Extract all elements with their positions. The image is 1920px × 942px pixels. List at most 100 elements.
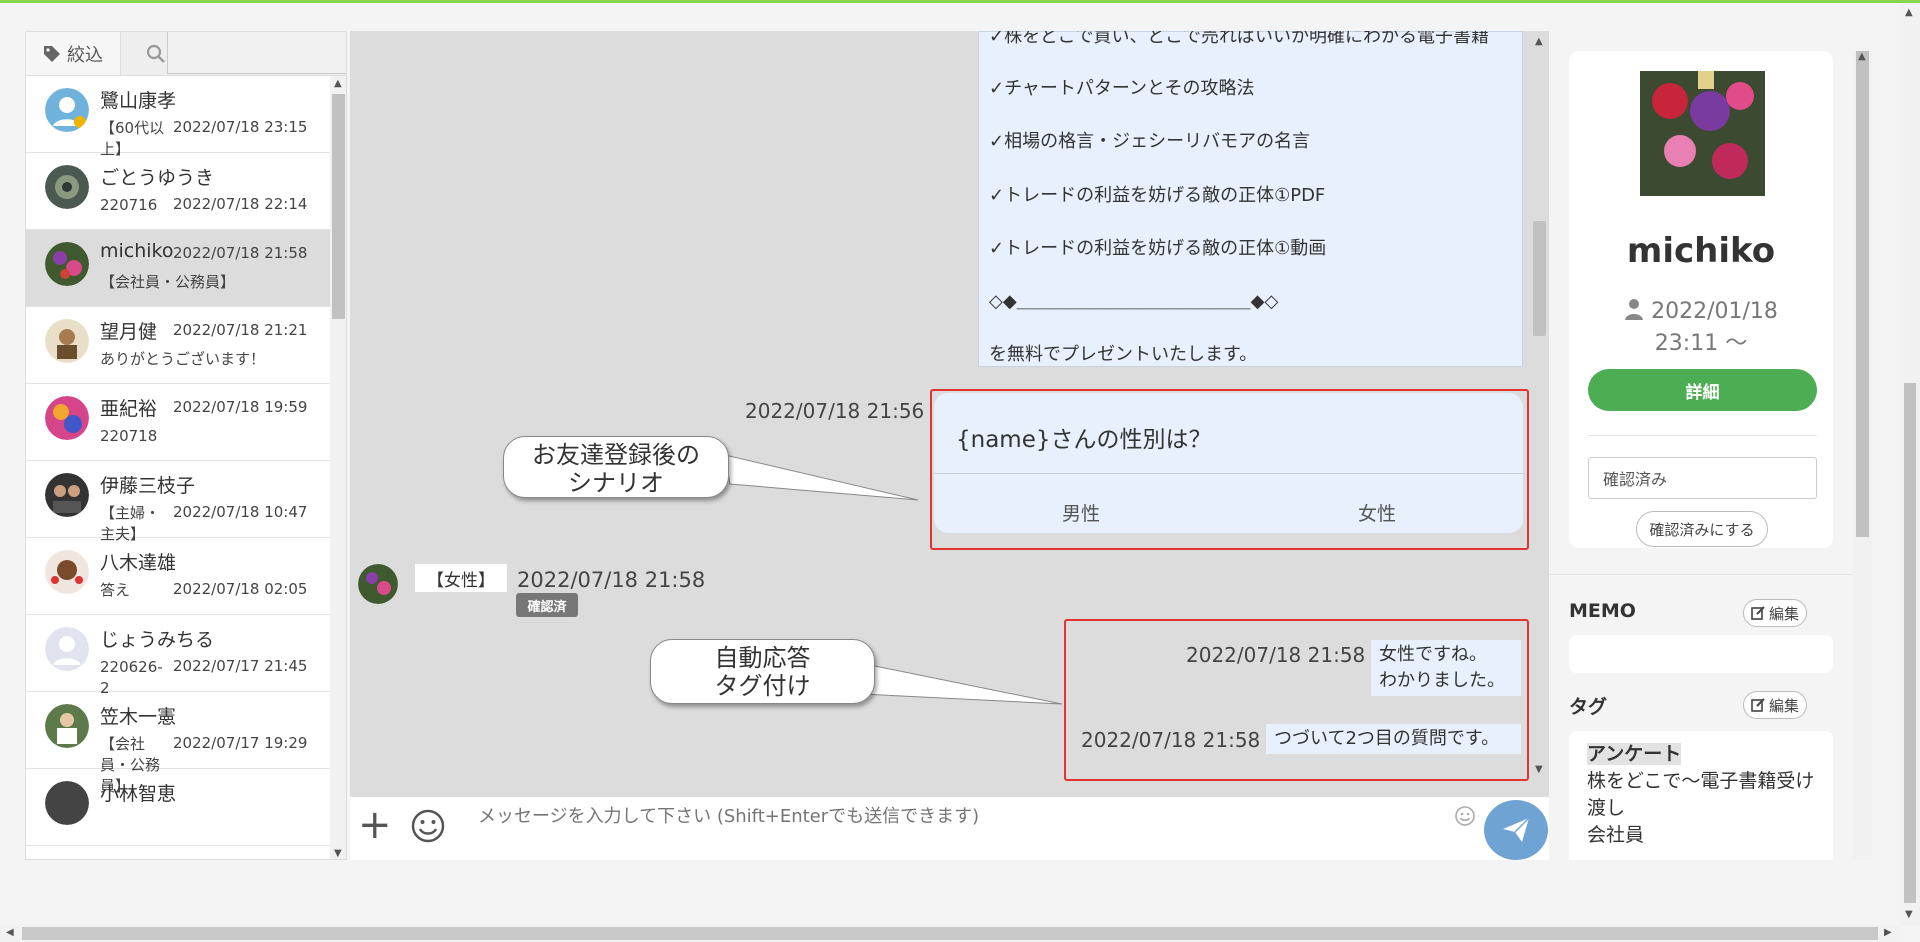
paper-plane-icon (1503, 817, 1530, 842)
avatar (45, 88, 89, 132)
top-accent-bar (0, 0, 1920, 3)
avatar (45, 781, 89, 825)
smile-icon[interactable] (410, 808, 446, 844)
plus-icon[interactable]: + (358, 805, 392, 845)
contact-list: 鷺山康孝 【60代以上】 2022/07/18 23:15 ごとうゆうき 220… (26, 76, 330, 846)
contact-item[interactable]: ごとうゆうき 220716 2022/07/18 22:14 (26, 153, 330, 230)
window-vertical-scrollbar[interactable]: ▲ ▼ (1900, 3, 1920, 925)
scroll-down-arrow-icon[interactable]: ▼ (1905, 909, 1913, 920)
user-answer-timestamp: 2022/07/18 21:58 (517, 568, 706, 592)
detail-button[interactable]: 詳細 (1588, 369, 1817, 411)
scrollbar-thumb[interactable] (1904, 383, 1916, 903)
scroll-up-arrow-icon[interactable]: ▲ (1858, 51, 1866, 62)
avatar (45, 550, 89, 594)
tag-edit-button[interactable]: 編集 (1743, 691, 1807, 719)
avatar (45, 396, 89, 440)
user-avatar (358, 564, 398, 604)
contact-meta: 答え (100, 581, 131, 599)
contact-name: 八木達雄 (100, 552, 177, 574)
emoji-icon[interactable] (1454, 805, 1476, 827)
profile-card: michiko 2022/01/18 23:11 〜 詳細 確認済み 確認済みに… (1569, 51, 1833, 548)
scrollbar-thumb[interactable] (1856, 51, 1869, 537)
scroll-up-arrow-icon[interactable]: ▲ (1905, 7, 1913, 18)
scroll-left-arrow-icon[interactable]: ◀ (6, 927, 14, 938)
memo-box[interactable] (1569, 635, 1833, 673)
person-icon (1625, 299, 1644, 320)
filter-tab[interactable]: 絞込 (26, 32, 121, 75)
contact-name: 亜紀裕 (100, 398, 158, 420)
contact-meta: 【会社員・公務員】 (100, 273, 236, 291)
contact-time: 2022/07/18 19:59 (173, 398, 308, 416)
tag-group-heading: アンケート (1587, 743, 1682, 765)
contact-time: 2022/07/18 21:21 (173, 321, 308, 339)
profile-date-line: 23:11 〜 (1654, 331, 1748, 356)
callout-line: お友達登録後の (532, 441, 700, 469)
callout-line: タグ付け (714, 672, 811, 700)
contact-time: 2022/07/18 22:14 (173, 195, 308, 213)
scrollbar-thumb[interactable] (332, 94, 345, 319)
contact-item[interactable]: 伊藤三枝子 【主婦・主夫】 2022/07/18 10:47 (26, 461, 330, 543)
avatar (45, 242, 89, 286)
contact-name: 笠木一憲 (100, 706, 177, 728)
profile-scrollbar[interactable]: ▲ ▼ (1853, 51, 1872, 860)
contact-name: ごとうゆうき (100, 167, 215, 189)
chat-scrollbar[interactable]: ▲ ▼ (1530, 31, 1549, 797)
scroll-up-arrow-icon[interactable]: ▲ (334, 78, 342, 89)
mark-confirmed-button[interactable]: 確認済みにする (1636, 511, 1768, 547)
contact-time: 2022/07/18 23:15 (173, 118, 308, 136)
contact-item[interactable]: じょうみちる 220626-2 2022/07/17 21:45 (26, 615, 330, 697)
callout-scenario: お友達登録後の シナリオ (503, 436, 729, 498)
contact-time: 2022/07/18 02:05 (173, 580, 308, 598)
message-input[interactable] (476, 805, 1430, 828)
search-icon (146, 44, 165, 63)
memo-title: MEMO (1569, 600, 1636, 622)
scrollbar-thumb[interactable] (1533, 221, 1546, 336)
profile-image (1640, 71, 1765, 196)
contact-item[interactable]: 小林智恵 (26, 769, 330, 846)
memo-edit-button[interactable]: 編集 (1743, 599, 1807, 627)
confirmed-badge: 確認済 (516, 593, 578, 617)
contact-time: 2022/07/18 21:58 (173, 244, 308, 262)
contact-item[interactable]: 鷺山康孝 【60代以上】 2022/07/18 23:15 (26, 76, 330, 158)
contact-item[interactable]: 亜紀裕 2022/07/18 19:59 220718 (26, 384, 330, 461)
contact-list-scrollbar[interactable]: ▲ ▼ (330, 76, 346, 859)
filter-tab-label: 絞込 (67, 44, 103, 66)
avatar (45, 704, 89, 748)
contact-item[interactable]: 望月健 2022/07/18 21:21 ありがとうございます！ (26, 307, 330, 384)
chat-panel: ✓株をどこで買い、どこで売ればいいか明確にわかる電子書籍 ✓チャートパターンとそ… (350, 31, 1549, 797)
scrollbar-thumb[interactable] (22, 927, 1878, 940)
tag-icon (44, 45, 60, 62)
callout-line: シナリオ (568, 469, 664, 497)
message-input-bar: + (350, 797, 1549, 860)
scroll-down-arrow-icon[interactable]: ▼ (1535, 764, 1543, 775)
contact-item[interactable]: 笠木一憲 【会社員・公務員】 2022/07/17 19:29 (26, 692, 330, 795)
contact-name: 小林智恵 (100, 783, 177, 805)
profile-panel: michiko 2022/01/18 23:11 〜 詳細 確認済み 確認済みに… (1549, 31, 1872, 860)
contact-name: じょうみちる (100, 629, 215, 651)
window-horizontal-scrollbar[interactable]: ◀ ▶ (0, 925, 1900, 942)
contact-time: 2022/07/17 21:45 (173, 657, 308, 675)
status-field[interactable]: 確認済み (1588, 457, 1817, 499)
profile-name: michiko (1626, 231, 1776, 271)
contact-meta: 220716 (100, 196, 158, 214)
edit-icon (1751, 698, 1765, 712)
profile-registered-date: 2022/01/18 23:11 〜 (1569, 296, 1833, 360)
scroll-up-arrow-icon[interactable]: ▲ (1535, 36, 1543, 47)
contact-name: michiko (100, 240, 174, 262)
contact-item[interactable]: michiko 2022/07/18 21:58 【会社員・公務員】 (26, 230, 330, 307)
scroll-down-arrow-icon[interactable]: ▼ (334, 848, 342, 859)
highlight-frame (1064, 619, 1529, 781)
tag-item[interactable]: 会社員 (1587, 822, 1815, 849)
contact-item[interactable]: 八木達雄 答え 2022/07/18 02:05 (26, 538, 330, 615)
contact-name: 伊藤三枝子 (100, 475, 196, 497)
tag-item[interactable]: 株をどこで〜電子書籍受け渡し (1587, 768, 1815, 822)
edit-icon (1751, 606, 1765, 620)
contact-meta: 220718 (100, 427, 158, 445)
contact-search-input[interactable] (167, 32, 346, 74)
scroll-right-arrow-icon[interactable]: ▶ (1884, 927, 1892, 938)
divider (1588, 435, 1817, 436)
divider (1549, 574, 1853, 575)
send-button[interactable] (1484, 800, 1548, 860)
tag-list: アンケート 株をどこで〜電子書籍受け渡し 会社員 (1569, 731, 1833, 860)
avatar (45, 165, 89, 209)
